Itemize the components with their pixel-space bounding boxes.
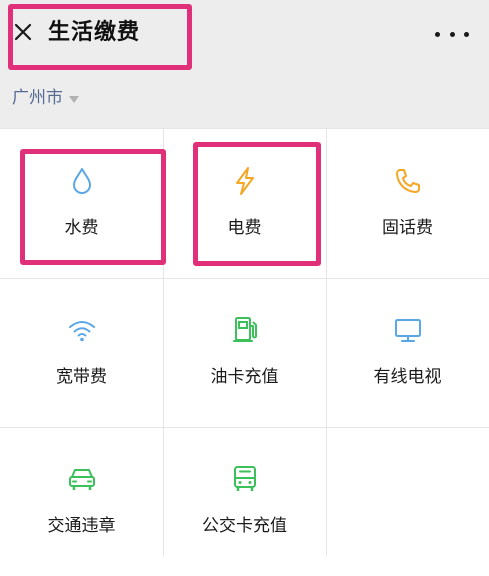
fuel-pump-icon xyxy=(229,314,261,346)
car-icon xyxy=(66,463,98,495)
more-button[interactable] xyxy=(435,24,469,44)
wifi-icon xyxy=(66,314,98,346)
service-cable-tv[interactable]: 有线电视 xyxy=(326,278,489,427)
service-label: 宽带费 xyxy=(56,367,107,387)
service-label: 油卡充值 xyxy=(210,367,279,387)
close-button[interactable] xyxy=(10,19,36,45)
service-label: 有线电视 xyxy=(373,367,442,387)
service-fuel-card[interactable]: 油卡充值 xyxy=(163,278,326,427)
service-label: 交通违章 xyxy=(47,516,116,536)
bus-icon xyxy=(229,463,261,495)
more-icon-dot xyxy=(464,31,469,37)
service-label: 公交卡充值 xyxy=(202,516,287,536)
service-traffic-violation[interactable]: 交通违章 xyxy=(0,427,163,576)
phone-icon xyxy=(392,165,424,197)
service-label: 水费 xyxy=(64,218,99,238)
city-name: 广州市 xyxy=(12,88,63,108)
close-icon xyxy=(14,23,32,41)
grid-divider xyxy=(0,278,489,279)
lightning-icon xyxy=(229,165,261,197)
grid-divider xyxy=(0,427,489,428)
water-drop-icon xyxy=(66,165,98,197)
header-bar: 生活缴费 xyxy=(0,0,489,68)
caret-down-icon xyxy=(69,95,79,103)
grid-divider xyxy=(163,129,164,556)
service-label: 固话费 xyxy=(382,218,433,238)
service-grid: 水费 电费 固话费 宽带费 油卡充值 有线电视 交通违章 公交卡充值 xyxy=(0,128,489,556)
city-bar: 广州市 xyxy=(0,68,489,128)
service-landline[interactable]: 固话费 xyxy=(326,129,489,278)
city-selector[interactable]: 广州市 xyxy=(12,86,79,110)
page-title: 生活缴费 xyxy=(48,20,141,45)
service-water[interactable]: 水费 xyxy=(0,129,163,278)
service-broadband[interactable]: 宽带费 xyxy=(0,278,163,427)
more-icon-dot xyxy=(449,31,455,37)
service-label: 电费 xyxy=(227,218,262,238)
service-bus-card[interactable]: 公交卡充值 xyxy=(163,427,326,576)
service-electricity[interactable]: 电费 xyxy=(163,129,326,278)
more-icon-dot xyxy=(435,31,440,37)
tv-icon xyxy=(392,314,424,346)
grid-divider xyxy=(326,129,327,556)
